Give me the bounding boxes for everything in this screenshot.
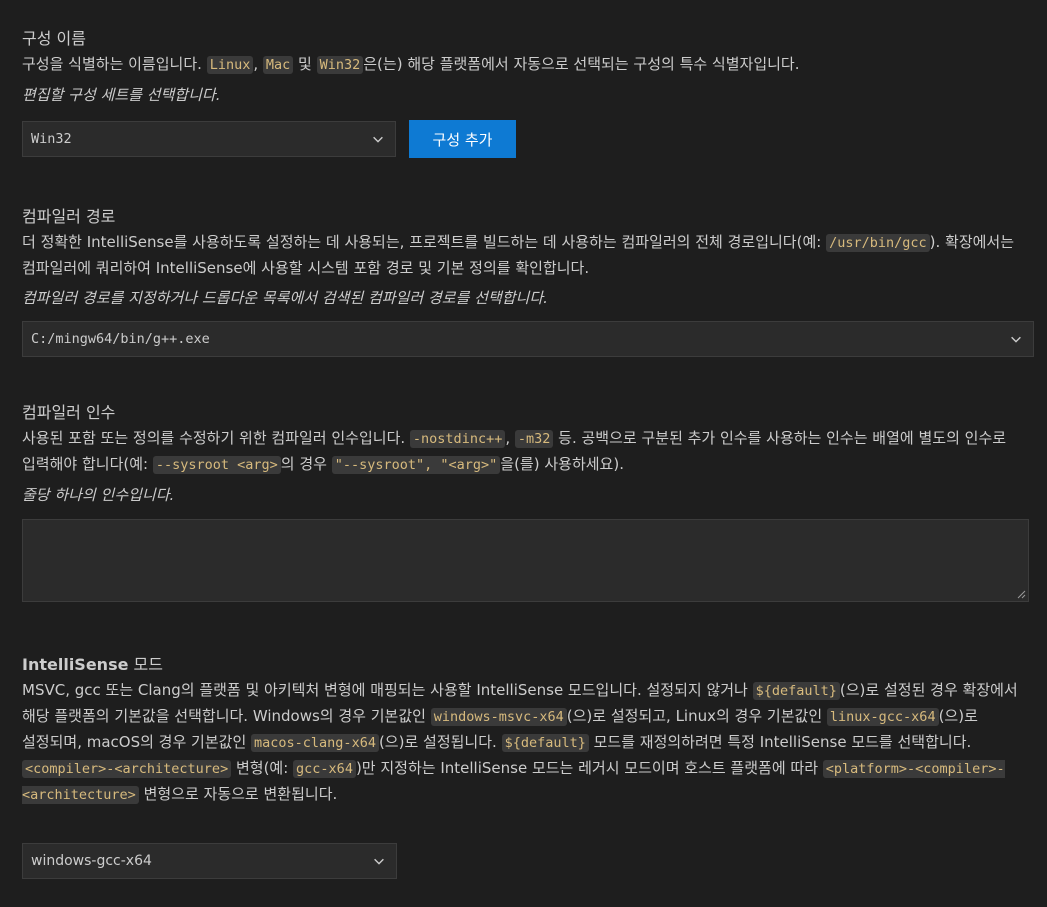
chevron-down-icon: [1009, 332, 1023, 346]
code-default: ${default}: [501, 734, 589, 752]
intellisense-mode-section: IntelliSense 모드 MSVC, gcc 또는 Clang의 플랫폼 …: [22, 654, 1033, 808]
chevron-down-icon: [371, 132, 385, 146]
code-gcc-x64: gcc-x64: [293, 760, 356, 778]
desc-text: (으)로 설정됩니다.: [378, 733, 502, 751]
code-linux: Linux: [206, 56, 254, 74]
desc-text: ,: [505, 429, 515, 447]
desc-text: 변형으로 자동으로 변환됩니다.: [138, 785, 338, 803]
compiler-args-textarea[interactable]: [22, 519, 1029, 602]
intellisense-mode-select[interactable]: windows-gcc-x64: [22, 843, 397, 879]
desc-text: 및: [293, 55, 317, 73]
code-win32: Win32: [316, 56, 364, 74]
code-compiler-arch: <compiler>-<architecture>: [22, 760, 232, 778]
desc-text: (으)로 설정되고, Linux의 경우 기본값인: [566, 707, 827, 725]
compiler-path-description: 더 정확한 IntelliSense를 사용하도록 설정하는 데 사용되는, 프…: [22, 230, 1033, 281]
compiler-path-value: C:/mingw64/bin/g++.exe: [31, 331, 210, 347]
title-bold: IntelliSense: [22, 655, 129, 674]
code-sysroot-arg: --sysroot <arg>: [152, 456, 281, 474]
desc-text: 은(는) 해당 플랫폼에서 자동으로 선택되는 구성의 특수 식별자입니다.: [363, 55, 800, 73]
compiler-path-section: 컴파일러 경로 더 정확한 IntelliSense를 사용하도록 설정하는 데…: [22, 206, 1033, 309]
intellisense-mode-title: IntelliSense 모드: [22, 654, 1033, 678]
desc-text: MSVC, gcc 또는 Clang의 플랫폼 및 아키텍처 변형에 매핑되는 …: [22, 681, 753, 699]
cpp-configuration-page: 구성 이름 구성을 식별하는 이름입니다. Linux, Mac 및 Win32…: [0, 0, 1047, 907]
compiler-args-title: 컴파일러 인수: [22, 403, 116, 422]
code-gcc-path: /usr/bin/gcc: [826, 234, 930, 252]
code-macos-clang: macos-clang-x64: [251, 734, 379, 752]
chevron-down-icon: [372, 854, 386, 868]
code-windows-msvc: windows-msvc-x64: [430, 708, 567, 726]
compiler-args-description: 사용된 포함 또는 정의를 수정하기 위한 컴파일러 인수입니다. -nostd…: [22, 426, 1033, 478]
desc-text: 의 경우: [280, 455, 332, 473]
code-nostdinc: -nostdinc++: [409, 430, 506, 448]
config-select-value: Win32: [31, 131, 72, 147]
desc-text: 을(를) 사용하세요).: [500, 455, 624, 473]
config-name-section: 구성 이름 구성을 식별하는 이름입니다. Linux, Mac 및 Win32…: [22, 28, 1033, 106]
code-mac: Mac: [262, 56, 294, 74]
add-config-button[interactable]: 구성 추가: [409, 120, 516, 158]
desc-text: 모드를 재정의하려면 특정 IntelliSense 모드를 선택합니다.: [588, 733, 972, 751]
compiler-args-hint: 줄당 하나의 인수입니다.: [22, 486, 175, 504]
desc-text: 구성을 식별하는 이름입니다.: [22, 55, 207, 73]
code-m32: -m32: [514, 430, 554, 448]
desc-text: 더 정확한 IntelliSense를 사용하도록 설정하는 데 사용되는, 프…: [22, 233, 822, 251]
compiler-path-hint: 컴파일러 경로를 지정하거나 드롭다운 목록에서 검색된 컴파일러 경로를 선택…: [22, 289, 548, 307]
compiler-path-select[interactable]: C:/mingw64/bin/g++.exe: [22, 321, 1034, 357]
desc-text: ,: [253, 55, 263, 73]
config-name-title: 구성 이름: [22, 29, 86, 48]
code-default: ${default}: [752, 682, 840, 700]
intellisense-mode-description: MSVC, gcc 또는 Clang의 플랫폼 및 아키텍처 변형에 매핑되는 …: [22, 678, 1033, 808]
resize-grip-icon[interactable]: [1016, 589, 1026, 599]
config-name-description: 구성을 식별하는 이름입니다. Linux, Mac 및 Win32 은(는) 해…: [22, 52, 1033, 78]
code-sysroot-array: "--sysroot", "<arg>": [331, 456, 501, 474]
compiler-path-title: 컴파일러 경로: [22, 207, 116, 226]
desc-text: 변형(예:: [231, 759, 294, 777]
compiler-args-section: 컴파일러 인수 사용된 포함 또는 정의를 수정하기 위한 컴파일러 인수입니다…: [22, 402, 1033, 506]
config-name-hint: 편집할 구성 세트를 선택합니다.: [22, 86, 221, 104]
intellisense-mode-value: windows-gcc-x64: [31, 853, 152, 869]
title-rest: 모드: [128, 655, 163, 674]
code-linux-gcc: linux-gcc-x64: [826, 708, 939, 726]
desc-text: )만 지정하는 IntelliSense 모드는 레거시 모드이며 호스트 플랫…: [355, 759, 823, 777]
desc-text: 사용된 포함 또는 정의를 수정하기 위한 컴파일러 인수입니다.: [22, 429, 410, 447]
config-select[interactable]: Win32: [22, 121, 396, 157]
